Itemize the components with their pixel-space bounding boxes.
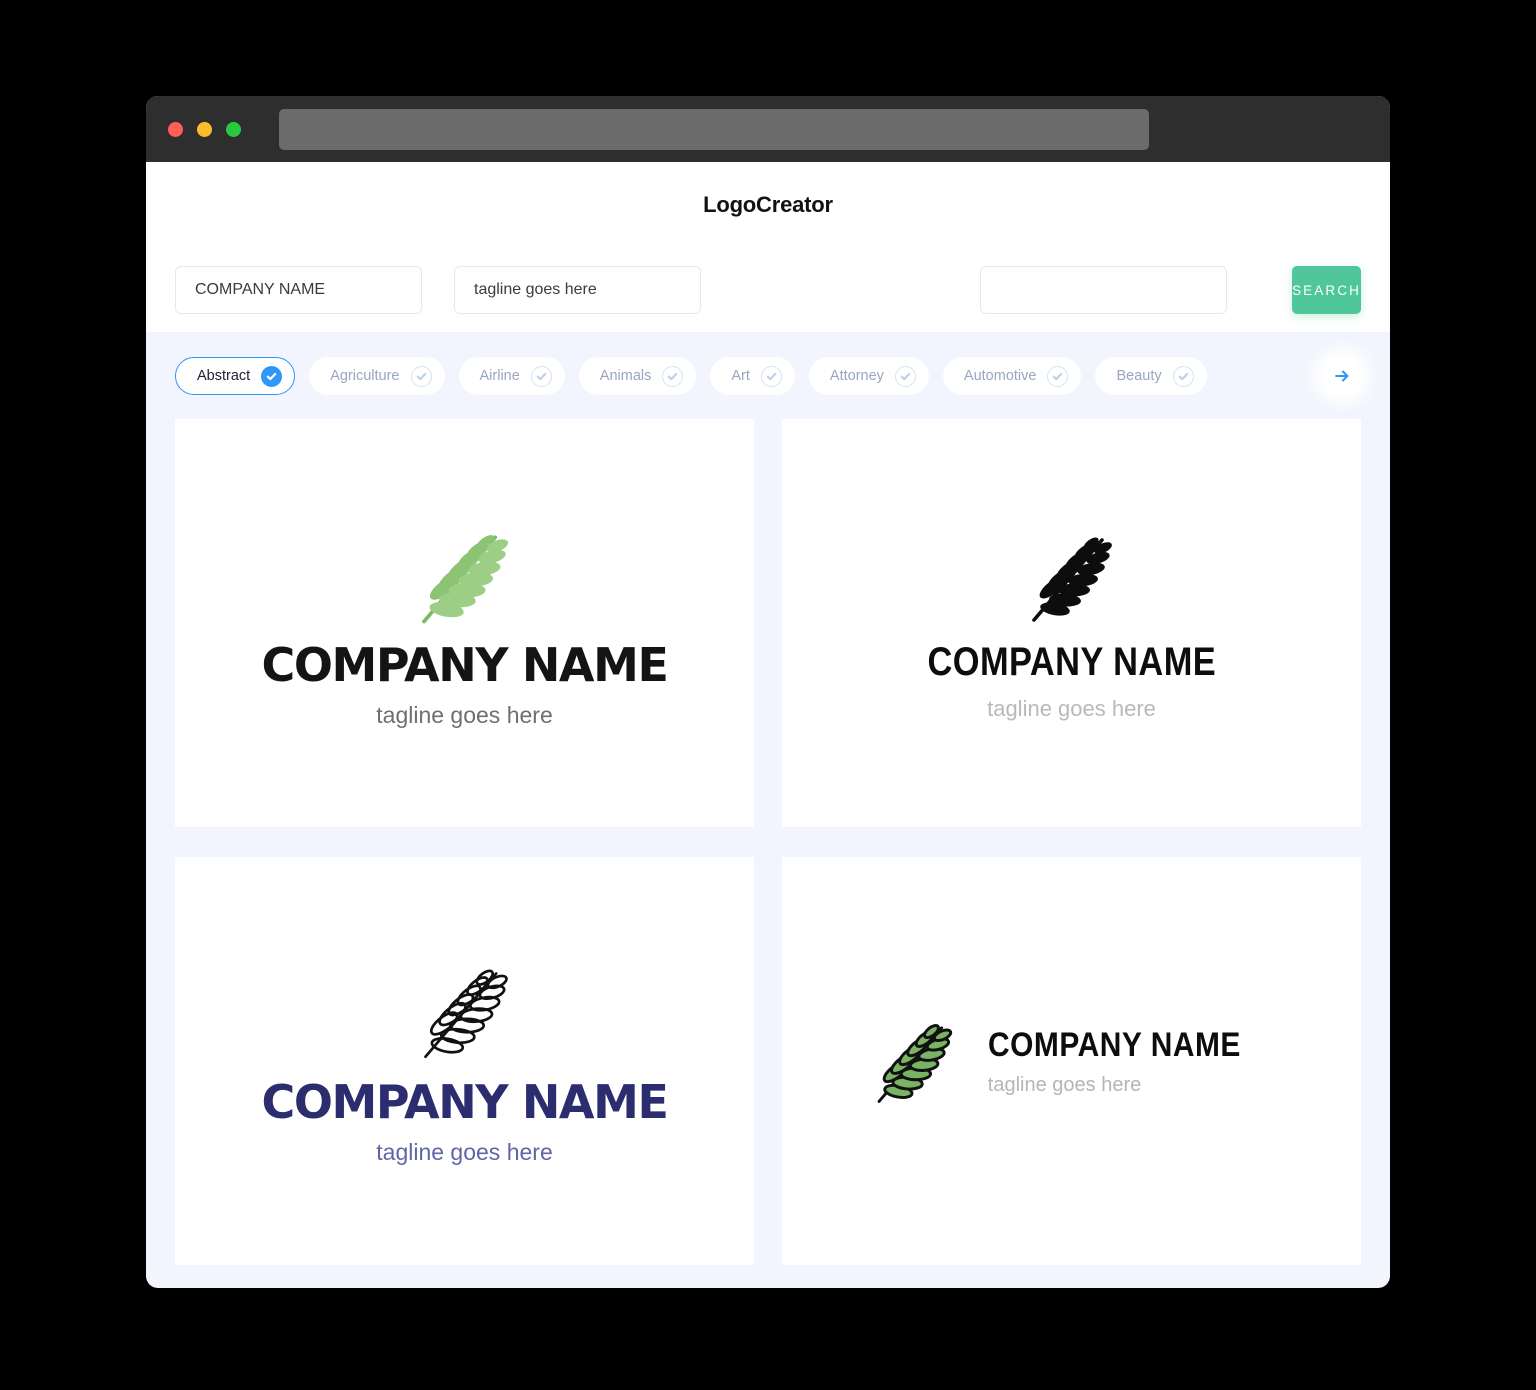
check-circle-icon xyxy=(760,365,782,387)
logo-tagline: tagline goes here xyxy=(987,1073,1142,1096)
check-circle-icon xyxy=(261,365,283,387)
check-circle-icon xyxy=(530,365,552,387)
logo-tagline: tagline goes here xyxy=(376,701,553,728)
logo-tagline: tagline goes here xyxy=(376,1138,553,1165)
logo-preview-1: COMPANY NAME tagline goes here xyxy=(261,520,669,728)
company-name-input[interactable] xyxy=(175,266,422,314)
close-window-button[interactable] xyxy=(168,121,183,137)
category-chip-attorney[interactable]: Attorney xyxy=(808,357,929,395)
category-chip-abstract[interactable]: Abstract xyxy=(175,357,296,395)
logo-preview-3: COMPANY NAME tagline goes here xyxy=(261,959,669,1165)
category-chip-beauty[interactable]: Beauty xyxy=(1095,357,1207,395)
browser-titlebar xyxy=(146,96,1390,162)
category-chip-agriculture[interactable]: Agriculture xyxy=(309,357,445,395)
logo-results-grid: COMPANY NAME tagline goes here COMPANY N… xyxy=(146,419,1390,1288)
categories-next-button[interactable] xyxy=(1323,357,1361,395)
logo-company-name: COMPANY NAME xyxy=(261,1074,668,1129)
url-bar[interactable] xyxy=(279,108,1149,150)
logo-preview-4: COMPANY NAME tagline goes here xyxy=(868,1015,1275,1107)
logo-card-3[interactable]: COMPANY NAME tagline goes here xyxy=(175,857,754,1265)
category-chip-label: Attorney xyxy=(829,368,884,384)
tagline-input[interactable] xyxy=(454,266,701,314)
fern-leaf-icon xyxy=(421,534,508,623)
logo-card-2[interactable]: COMPANY NAME tagline goes here xyxy=(782,419,1361,827)
logo-company-name: COMPANY NAME xyxy=(987,1025,1241,1064)
fern-leaf-icon xyxy=(877,1024,952,1103)
category-chip-airline[interactable]: Airline xyxy=(458,357,565,395)
logo-company-name: COMPANY NAME xyxy=(261,637,668,692)
check-circle-icon xyxy=(894,365,916,387)
category-chip-art[interactable]: Art xyxy=(710,357,795,395)
app-brand-title: LogoCreator xyxy=(703,192,833,217)
fern-leaf-icon xyxy=(423,969,508,1058)
fern-leaf-icon xyxy=(1031,537,1112,622)
logo-tagline: tagline goes here xyxy=(987,696,1156,721)
category-chip-label: Airline xyxy=(479,368,520,384)
category-chip-label: Agriculture xyxy=(330,368,400,384)
logo-card-4[interactable]: COMPANY NAME tagline goes here xyxy=(782,857,1361,1265)
category-chip-label: Animals xyxy=(599,368,652,384)
logo-company-name: COMPANY NAME xyxy=(927,640,1216,684)
category-chip-label: Automotive xyxy=(963,368,1037,384)
check-circle-icon xyxy=(1172,365,1194,387)
category-chip-label: Abstract xyxy=(197,368,251,384)
logo-card-1[interactable]: COMPANY NAME tagline goes here xyxy=(175,419,754,827)
minimize-window-button[interactable] xyxy=(197,121,212,137)
category-filter-row: Abstract Agriculture Airline Animals Art xyxy=(146,333,1390,419)
search-button[interactable]: SEARCH xyxy=(1292,266,1361,314)
search-bar: SEARCH xyxy=(146,248,1390,333)
traffic-light-buttons xyxy=(168,121,241,137)
check-circle-icon xyxy=(410,365,432,387)
check-circle-icon xyxy=(1047,365,1069,387)
check-circle-icon xyxy=(662,365,684,387)
arrow-right-icon xyxy=(1335,370,1349,382)
app-header: LogoCreator xyxy=(146,162,1390,248)
category-chip-label: Beauty xyxy=(1116,368,1162,384)
browser-window: LogoCreator SEARCH Abstract Agriculture … xyxy=(146,96,1390,1288)
category-chip-animals[interactable]: Animals xyxy=(578,357,697,395)
keyword-input[interactable] xyxy=(980,266,1227,314)
maximize-window-button[interactable] xyxy=(226,121,241,137)
category-chip-label: Art xyxy=(731,368,750,384)
category-chip-automotive[interactable]: Automotive xyxy=(942,357,1082,395)
logo-preview-2: COMPANY NAME tagline goes here xyxy=(904,526,1240,720)
